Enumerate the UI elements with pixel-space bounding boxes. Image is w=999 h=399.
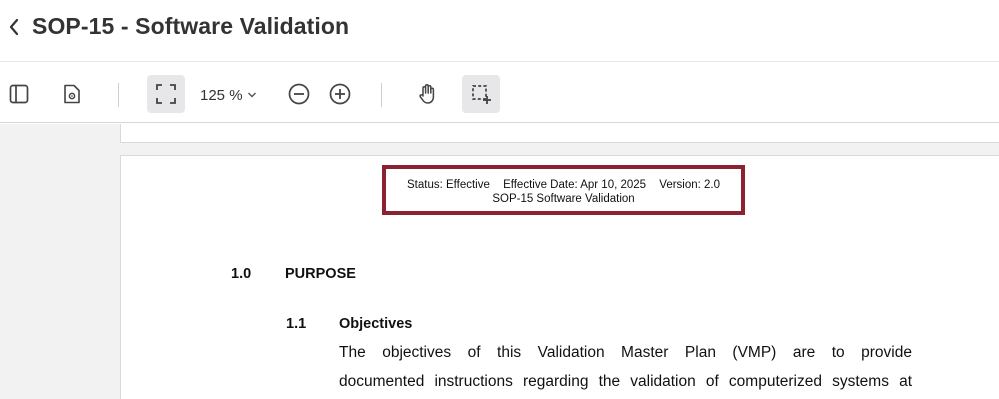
document-header-box: Status: Effective Effective Date: Apr 10… [382, 165, 745, 215]
sidebar-icon [9, 84, 29, 104]
document-viewer[interactable]: Status: Effective Effective Date: Apr 10… [0, 124, 999, 399]
pan-tool-button[interactable] [409, 75, 447, 113]
hand-icon [419, 84, 435, 104]
toolbar-divider [118, 83, 119, 107]
document-page: Status: Effective Effective Date: Apr 10… [120, 155, 999, 399]
document-settings-icon [64, 84, 80, 104]
zoom-out-icon [288, 83, 310, 105]
subsection-title: Objectives [339, 316, 413, 332]
back-button[interactable] [4, 14, 24, 40]
zoom-out-button[interactable] [280, 75, 318, 113]
status-label: Status: Effective [406, 179, 490, 191]
zoom-select[interactable]: 125 % [200, 84, 257, 106]
previous-page [120, 124, 999, 143]
zoom-level: 125 % [200, 86, 243, 104]
viewer-toolbar: 125 % [0, 63, 999, 123]
section-number: 1.0 [231, 266, 252, 282]
toolbar-divider [381, 83, 382, 107]
effective-date-label: Effective Date: Apr 10, 2025 [503, 179, 647, 191]
version-label: Version: 2.0 [659, 179, 721, 191]
fit-page-icon [156, 84, 176, 104]
chevron-left-icon [9, 18, 19, 36]
fit-page-button[interactable] [147, 75, 185, 113]
page-title: SOP-15 - Software Validation [32, 13, 350, 39]
title-bar: SOP-15 - Software Validation [0, 0, 999, 62]
subsection-number: 1.1 [286, 316, 307, 332]
document-name-label: SOP-15 Software Validation [492, 193, 635, 205]
area-select-button[interactable] [462, 75, 500, 113]
select-area-icon [472, 85, 491, 104]
body-paragraph-line: The objectives of this Validation Master… [339, 344, 912, 361]
zoom-in-button[interactable] [321, 75, 359, 113]
body-paragraph-line: documented instructions regarding the va… [339, 373, 912, 390]
zoom-in-icon [329, 83, 351, 105]
document-properties-button[interactable] [53, 75, 91, 113]
section-title: PURPOSE [285, 266, 356, 282]
chevron-down-icon [247, 92, 256, 98]
sidebar-toggle-button[interactable] [0, 75, 38, 113]
